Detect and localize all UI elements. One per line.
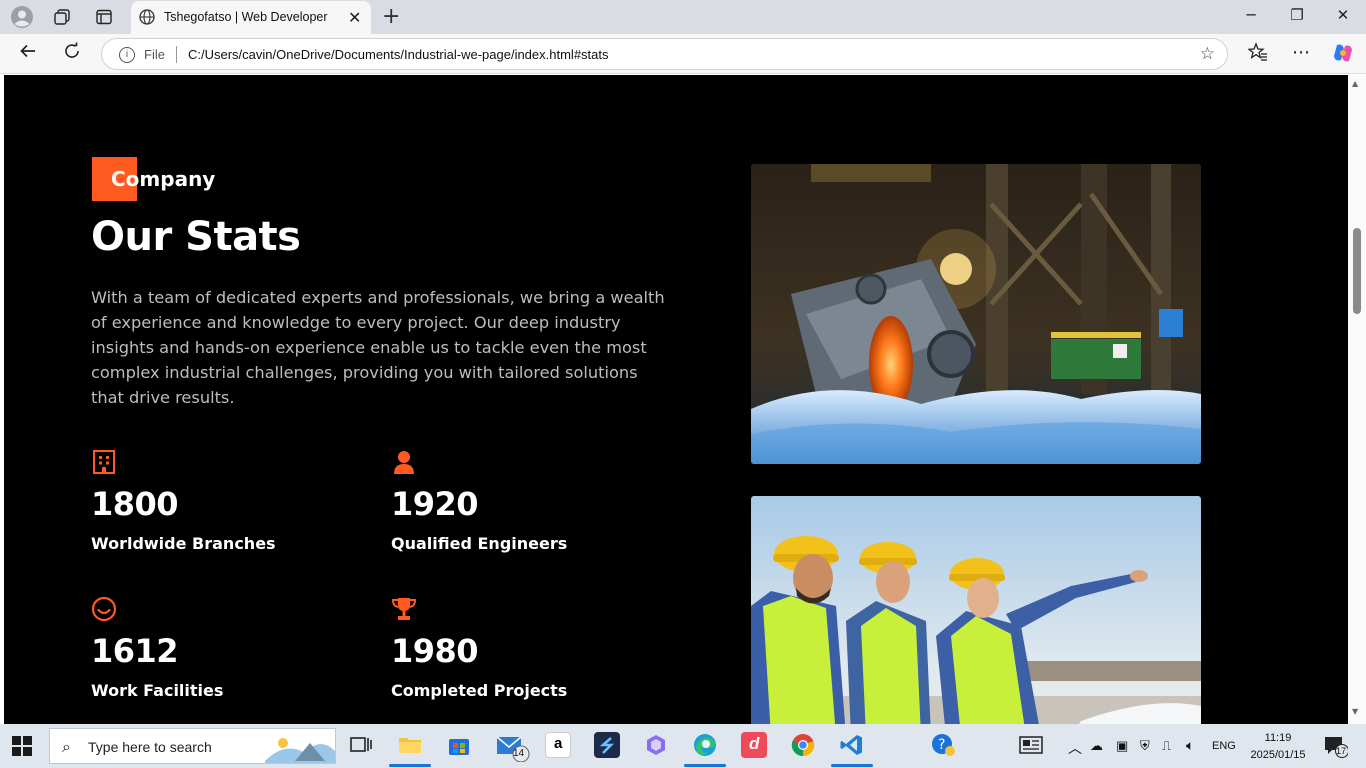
start-button[interactable]: [12, 736, 32, 756]
globe-icon: [139, 9, 155, 25]
reload-button[interactable]: [59, 42, 85, 66]
workspaces-icon[interactable]: [49, 5, 75, 29]
address-url[interactable]: C:/Users/cavin/OneDrive/Documents/Indust…: [188, 47, 609, 62]
copilot-icon[interactable]: [1330, 42, 1356, 66]
address-bar[interactable]: i File C:/Users/cavin/OneDrive/Documents…: [101, 38, 1228, 70]
mail-badge: 14: [513, 748, 525, 759]
browser-tab-strip: Tshegofatso | Web Developer ✕ + ─ ❐ ✕: [0, 0, 1366, 34]
page-scrollbar[interactable]: ▲ ▼: [1348, 75, 1366, 724]
more-menu-icon[interactable]: ⋯: [1288, 42, 1314, 66]
show-hidden-icons-chevron-icon[interactable]: ︿: [1068, 738, 1082, 758]
building-icon: [91, 449, 119, 477]
engineers-image: [751, 496, 1201, 724]
foundry-image: [751, 164, 1201, 464]
address-divider: [176, 46, 177, 63]
meet-now-icon[interactable]: ▣: [1116, 738, 1128, 754]
favorite-star-icon[interactable]: ☆: [1200, 44, 1215, 64]
scrollbar-thumb[interactable]: [1353, 228, 1361, 314]
user-icon: [391, 449, 419, 477]
section-intro: With a team of dedicated experts and pro…: [91, 288, 665, 407]
search-icon: ⌕: [62, 737, 71, 756]
search-highlight-image: [265, 738, 335, 763]
stat-number: 1800: [91, 485, 179, 523]
file-explorer-icon[interactable]: [389, 732, 431, 767]
clock-date: 2025/01/15: [1250, 749, 1306, 761]
copilot-app-icon[interactable]: [643, 732, 669, 758]
chrome-icon[interactable]: [790, 732, 816, 758]
security-icon[interactable]: ⛨: [1140, 738, 1150, 754]
app-s-icon[interactable]: [594, 732, 620, 758]
language-indicator[interactable]: ENG: [1212, 740, 1236, 752]
smile-icon: [91, 596, 119, 624]
minimize-button[interactable]: ─: [1236, 6, 1266, 24]
windows-taskbar: ⌕ Type here to search 14 a d ? ︿ ☁ ▣ ⛨ ⎍…: [0, 724, 1366, 768]
stat-completed-projects: 1980 Completed Projects: [391, 596, 681, 706]
stat-work-facilities: 1612 Work Facilities: [91, 596, 381, 706]
stat-label: Qualified Engineers: [391, 534, 568, 553]
amazon-icon[interactable]: a: [545, 732, 571, 758]
vertical-tabs-icon[interactable]: [91, 5, 117, 29]
notification-count: 17: [1336, 746, 1347, 756]
notifications-icon[interactable]: 17: [1322, 732, 1349, 758]
clock-time: 11:19: [1264, 732, 1292, 744]
microsoft-store-icon[interactable]: [446, 732, 472, 758]
new-tab-button[interactable]: +: [382, 4, 400, 29]
trophy-icon: [391, 596, 419, 624]
restore-button[interactable]: ❐: [1282, 6, 1312, 24]
browser-tab-active[interactable]: Tshegofatso | Web Developer ✕: [131, 1, 371, 34]
app-d-icon[interactable]: d: [741, 732, 767, 758]
section-tag-label: Company: [111, 167, 216, 191]
back-button[interactable]: [15, 42, 41, 66]
onedrive-error-icon[interactable]: ☁: [1090, 738, 1103, 754]
stat-qualified-engineers: 1920 Qualified Engineers: [391, 449, 681, 559]
stat-number: 1612: [91, 632, 179, 670]
mail-icon[interactable]: 14: [496, 732, 530, 763]
scroll-down-arrow-icon[interactable]: ▼: [1352, 707, 1358, 716]
stat-number: 1920: [391, 485, 479, 523]
taskbar-search-box[interactable]: ⌕ Type here to search: [49, 728, 336, 764]
close-tab-icon[interactable]: ✕: [348, 8, 361, 27]
tab-title: Tshegofatso | Web Developer: [164, 10, 328, 24]
vscode-icon[interactable]: [831, 732, 873, 767]
svg-text:?: ?: [938, 737, 945, 753]
search-placeholder: Type here to search: [88, 739, 212, 755]
close-window-button[interactable]: ✕: [1328, 6, 1358, 24]
volume-icon[interactable]: 🔈︎: [1186, 737, 1194, 754]
browser-toolbar: i File C:/Users/cavin/OneDrive/Documents…: [0, 34, 1366, 74]
stat-label: Work Facilities: [91, 681, 224, 700]
stat-number: 1980: [391, 632, 479, 670]
scroll-up-arrow-icon[interactable]: ▲: [1352, 79, 1358, 88]
task-view-icon[interactable]: [348, 732, 374, 758]
profile-icon[interactable]: [9, 5, 35, 29]
site-info-icon[interactable]: i: [119, 47, 135, 63]
favorites-icon[interactable]: [1245, 42, 1271, 66]
edge-browser-icon[interactable]: [684, 732, 726, 767]
news-widget-icon[interactable]: [1018, 732, 1044, 758]
network-icon[interactable]: ⎍: [1162, 738, 1171, 754]
page-viewport: Company Our Stats With a team of dedicat…: [4, 75, 1348, 724]
stat-label: Completed Projects: [391, 681, 568, 700]
stat-label: Worldwide Branches: [91, 534, 276, 553]
stat-worldwide-branches: 1800 Worldwide Branches: [91, 449, 381, 559]
help-icon[interactable]: ?: [931, 732, 957, 758]
address-scheme: File: [144, 47, 165, 62]
section-heading: Our Stats: [91, 214, 301, 260]
